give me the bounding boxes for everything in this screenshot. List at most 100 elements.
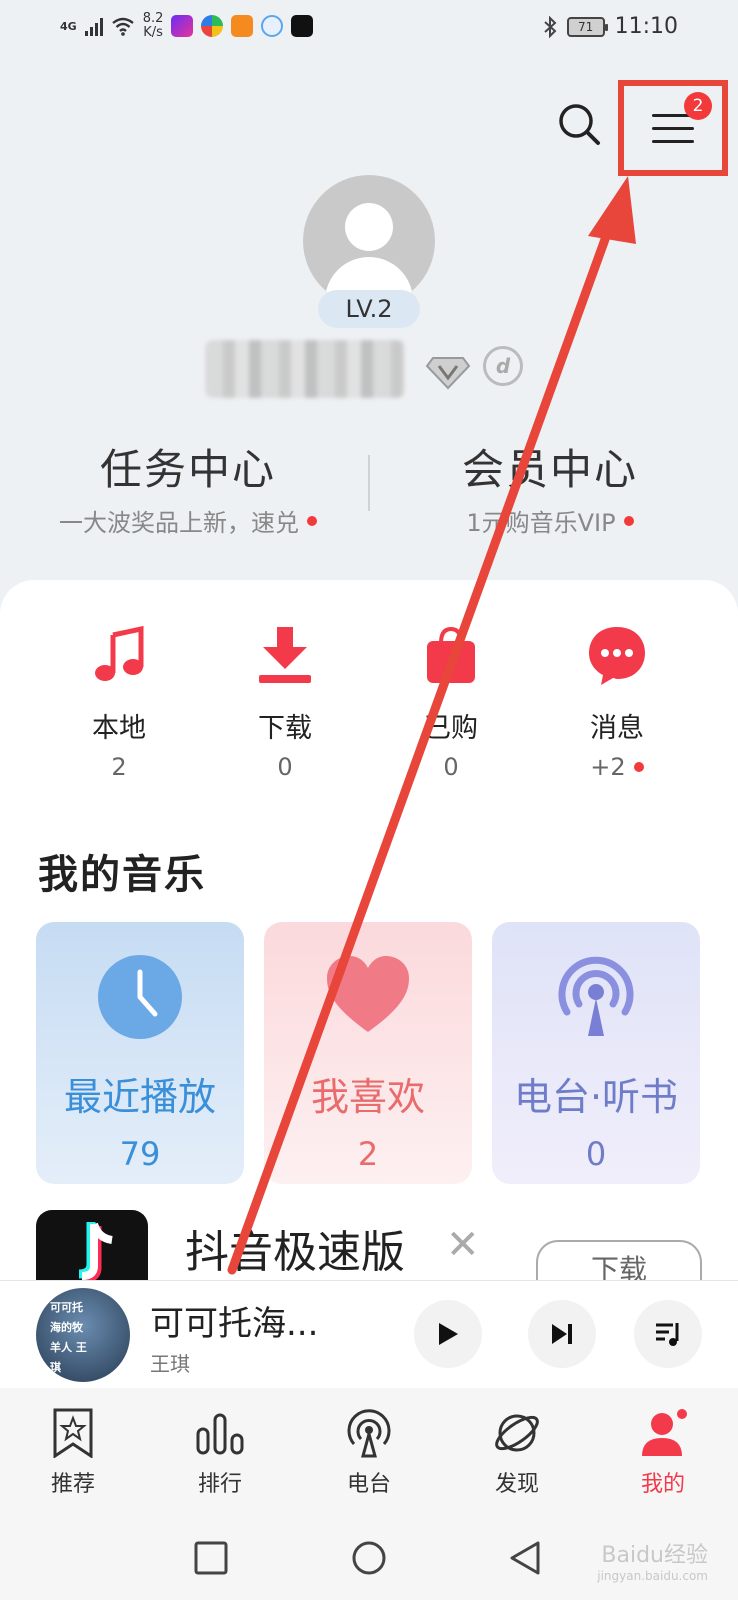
nav-radio-label: 电台 (346, 1472, 391, 1497)
chart-bars-icon (195, 1408, 245, 1458)
profile-icon (638, 1408, 688, 1458)
messages-red-dot (633, 762, 644, 772)
ad-close-icon[interactable]: ✕ (446, 1222, 480, 1268)
album-cover[interactable]: 可可托海的牧羊人 王琪 (36, 1288, 130, 1382)
video-app-icon (171, 15, 194, 37)
nav-charts[interactable]: 排行 (165, 1408, 275, 1498)
song-artist: 王琪 (150, 1352, 190, 1376)
browser-app-icon (261, 15, 284, 37)
clock-icon (98, 955, 182, 1039)
quick-download-label: 下载 (258, 713, 312, 744)
nav-recommend[interactable]: 推荐 (18, 1408, 128, 1498)
tile-radio-count: 0 (585, 1135, 607, 1173)
task-center[interactable]: 任务中心 一大波奖品上新，速兑 (28, 436, 348, 538)
quick-local-count-text: 2 (111, 753, 127, 781)
radio-icon (344, 1408, 394, 1458)
nav-recommend-label: 推荐 (50, 1472, 95, 1497)
vip-center-sub-text: 1元购音乐VIP (466, 509, 616, 537)
nav-mine-label: 我的 (640, 1472, 685, 1497)
playlist-button[interactable] (634, 1300, 702, 1368)
recents-square-icon[interactable] (193, 1540, 229, 1576)
signal-icon (84, 16, 103, 36)
color-app-icon (201, 15, 224, 37)
network-speed: 8.2 K/s (143, 12, 164, 40)
nav-radio[interactable]: 电台 (314, 1408, 424, 1498)
play-icon (439, 1323, 458, 1345)
broadcast-icon (558, 956, 634, 1036)
playlist-icon (656, 1323, 679, 1346)
quick-local[interactable]: 本地 2 (54, 620, 184, 781)
task-center-title: 任务中心 (99, 445, 276, 494)
avatar[interactable] (303, 175, 435, 307)
tile-liked-count: 2 (357, 1135, 379, 1173)
status-right: 71 11:10 (543, 14, 678, 39)
watermark-line1: Baidu经验 (601, 1543, 708, 1568)
search-button[interactable] (555, 100, 605, 150)
home-circle-icon[interactable] (351, 1540, 387, 1576)
vip-center-title: 会员中心 (461, 445, 638, 494)
nav-charts-label: 排行 (197, 1472, 242, 1497)
watermark-line2: jingyan.baidu.com (597, 1569, 708, 1583)
menu-badge: 2 (684, 92, 712, 120)
quick-messages[interactable]: 消息 +2 (552, 620, 682, 781)
center-divider (368, 455, 370, 511)
status-left: 4G 8.2 K/s (60, 12, 314, 40)
song-title: 可可托海... (150, 1304, 319, 1344)
star-bookmark-icon (48, 1408, 98, 1458)
nav-discover[interactable]: 发现 (462, 1408, 572, 1498)
quick-messages-count-text: +2 (590, 753, 626, 781)
avatar-head (345, 203, 393, 251)
tile-liked-label: 我喜欢 (310, 1075, 425, 1119)
back-triangle-icon[interactable] (508, 1540, 544, 1576)
ad-title: 抖音极速版 (185, 1227, 405, 1278)
dj-icon[interactable]: d (483, 346, 523, 386)
quick-local-count: 2 (54, 753, 184, 781)
play-button[interactable] (414, 1300, 482, 1368)
next-button[interactable] (528, 1300, 596, 1368)
tile-liked[interactable]: 我喜欢 2 (264, 922, 472, 1184)
username-blurred (205, 340, 405, 398)
my-music-title: 我的音乐 (38, 852, 206, 898)
message-icon (582, 620, 652, 690)
play-app-icon (231, 15, 254, 37)
task-center-sub-text: 一大波奖品上新，速兑 (59, 509, 299, 537)
network-type: 4G (60, 19, 77, 33)
nav-mine[interactable]: 我的 (608, 1408, 718, 1498)
vip-center[interactable]: 会员中心 1元购音乐VIP (390, 436, 710, 538)
task-center-sub: 一大波奖品上新，速兑 (28, 503, 348, 538)
quick-messages-label: 消息 (590, 713, 644, 744)
vip-diamond-icon[interactable] (425, 346, 471, 392)
album-cover-text: 可可托海的牧羊人 王琪 (50, 1301, 87, 1374)
quick-purchased-label: 已购 (424, 713, 478, 744)
quick-local-label: 本地 (92, 713, 146, 744)
menu-button[interactable]: 2 (618, 80, 728, 176)
quick-messages-count: +2 (552, 753, 682, 781)
quick-purchased-count: 0 (386, 753, 516, 781)
tile-recent-count: 79 (119, 1135, 161, 1173)
heart-icon (327, 956, 409, 1032)
quick-purchased[interactable]: 已购 0 (386, 620, 516, 781)
shopping-bag-icon (416, 620, 486, 690)
tiktok-app-icon (291, 15, 314, 37)
nav-discover-label: 发现 (494, 1472, 539, 1497)
battery-level: 71 (577, 19, 594, 34)
tile-radio-label: 电台·听书 (513, 1075, 679, 1119)
quick-download-count-text: 0 (277, 753, 293, 781)
tile-recent[interactable]: 最近播放 79 (36, 922, 244, 1184)
status-bar: 4G 8.2 K/s 71 11:10 (0, 0, 738, 56)
quick-download[interactable]: 下载 0 (220, 620, 350, 781)
tile-radio[interactable]: 电台·听书 0 (492, 922, 700, 1184)
vip-center-sub: 1元购音乐VIP (390, 503, 710, 538)
tile-recent-label: 最近播放 (63, 1075, 216, 1119)
task-red-dot (307, 515, 317, 526)
ad-download-button[interactable]: 下载 (536, 1240, 702, 1280)
tiktok-ad-icon[interactable] (36, 1210, 148, 1280)
bluetooth-icon (543, 15, 557, 38)
level-badge[interactable]: LV.2 (318, 290, 420, 328)
baidu-watermark: Baidu经验 jingyan.baidu.com (597, 1543, 708, 1586)
speed-unit: K/s (143, 25, 163, 40)
hamburger-icon (652, 113, 694, 143)
next-icon (552, 1324, 572, 1344)
vip-red-dot (623, 515, 634, 526)
planet-icon (492, 1408, 542, 1458)
